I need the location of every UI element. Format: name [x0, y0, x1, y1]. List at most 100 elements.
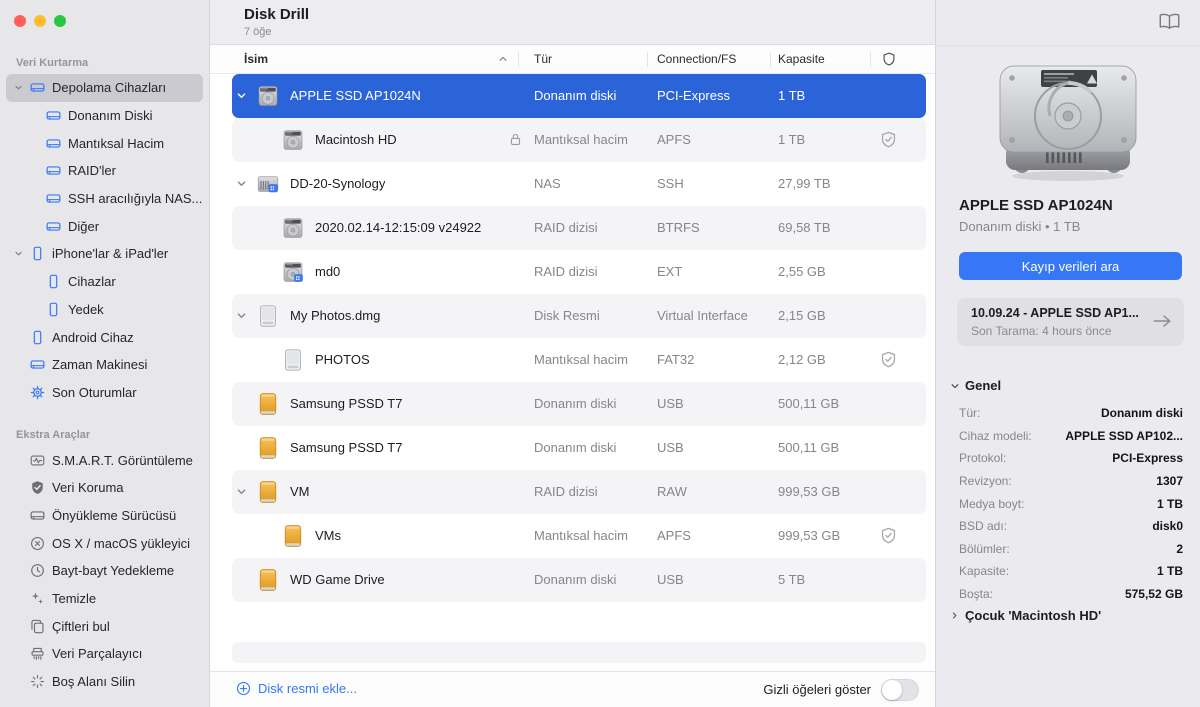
sort-ascending-icon[interactable]: [498, 54, 508, 64]
sidebar-item-icon: [30, 453, 45, 468]
sidebar-item[interactable]: Depolama Cihazları: [6, 74, 203, 102]
sidebar-item-icon: [30, 246, 45, 261]
sidebar-item-icon: [30, 536, 45, 551]
detail-row: Kapasite: 1 TB: [959, 560, 1183, 583]
device-icon: [256, 568, 280, 592]
device-connection: BTRFS: [657, 220, 700, 235]
general-section-header[interactable]: Genel: [950, 378, 1001, 393]
chevron-down-icon[interactable]: [236, 90, 248, 101]
sidebar-item-icon: [46, 274, 61, 289]
sidebar-item[interactable]: Veri Kurtarma: [6, 52, 203, 74]
device-type: RAID dizisi: [534, 484, 598, 499]
table-row[interactable]: Samsung PSSD T7 Donanım diski USB 500,11…: [232, 426, 926, 470]
show-hidden-toggle[interactable]: [881, 679, 919, 701]
zoom-window-button[interactable]: [54, 15, 66, 27]
sidebar-item[interactable]: Donanım Diski: [6, 102, 203, 130]
detail-label: Protokol:: [959, 451, 1007, 466]
selected-device-subtitle: Donanım diski • 1 TB: [959, 219, 1081, 234]
column-divider: [518, 52, 519, 67]
column-header-name[interactable]: İsim: [244, 52, 268, 66]
sidebar-item[interactable]: Yedek: [6, 296, 203, 324]
shield-column-icon[interactable]: [882, 52, 897, 66]
table-row[interactable]: Samsung PSSD T7 Donanım diski USB 500,11…: [232, 382, 926, 426]
sidebar-item[interactable]: Veri Koruma: [6, 474, 203, 502]
table-row[interactable]: PHOTOS Mantıksal hacim FAT32 2,12 GB: [232, 338, 926, 382]
chevron-down-icon[interactable]: [236, 310, 248, 321]
sidebar-item-icon: [30, 619, 45, 634]
column-divider: [770, 52, 771, 67]
detail-label: Cihaz modeli:: [959, 428, 1032, 443]
detail-row: Boşta: 575,52 GB: [959, 583, 1183, 606]
sidebar-item[interactable]: RAID'ler: [6, 157, 203, 185]
sidebar-item[interactable]: OS X / macOS yükleyici: [6, 529, 203, 557]
selected-device-title: APPLE SSD AP1024N: [959, 197, 1113, 214]
table-row[interactable]: 2020.02.14-12:15:09 v24922 RAID dizisi B…: [232, 206, 926, 250]
sidebar-item[interactable]: Veri Parçalayıcı: [6, 640, 203, 668]
column-header-connection[interactable]: Connection/FS: [657, 52, 736, 66]
sidebar-item[interactable]: Android Cihaz: [6, 323, 203, 351]
close-window-button[interactable]: [14, 15, 26, 27]
help-book-icon[interactable]: [1159, 13, 1180, 30]
column-header-type[interactable]: Tür: [534, 52, 552, 66]
device-icon: [256, 392, 280, 416]
device-type: Donanım diski: [534, 88, 617, 103]
table-row[interactable]: Macintosh HD Mantıksal hacim APFS 1 TB: [232, 118, 926, 162]
detail-row: Tür: Donanım diski: [959, 402, 1183, 425]
sidebar-item[interactable]: Bayt-bayt Yedekleme: [6, 557, 203, 585]
sidebar-item[interactable]: Temizle: [6, 585, 203, 613]
window-controls: [14, 15, 66, 27]
device-type: Donanım diski: [534, 396, 617, 411]
sidebar-item-label: OS X / macOS yükleyici: [52, 535, 190, 551]
sidebar-item[interactable]: SSH aracılığıyla NAS...: [6, 185, 203, 213]
sidebar-item[interactable]: Cihazlar: [6, 268, 203, 296]
inspector-panel: APPLE SSD AP1024N Donanım diski • 1 TB K…: [935, 0, 1200, 707]
child-volume-label: Çocuk 'Macintosh HD': [965, 608, 1102, 623]
sidebar-item[interactable]: Ekstra Araçlar: [6, 424, 203, 446]
device-name: PHOTOS: [315, 352, 370, 367]
table-row[interactable]: My Photos.dmg Disk Resmi Virtual Interfa…: [232, 294, 926, 338]
device-type: Mantıksal hacim: [534, 528, 628, 543]
table-row[interactable]: md0 RAID dizisi EXT 2,55 GB: [232, 250, 926, 294]
device-name: VM: [290, 484, 310, 499]
column-divider: [647, 52, 648, 67]
sidebar-item[interactable]: iPhone'lar & iPad'ler: [6, 240, 203, 268]
sidebar-item[interactable]: Diğer: [6, 212, 203, 240]
sidebar-item-label: Çiftleri bul: [52, 618, 110, 634]
detail-label: Boşta:: [959, 587, 994, 602]
chevron-down-icon[interactable]: [14, 249, 29, 258]
table-row[interactable]: DD-20-Synology NAS SSH 27,99 TB: [232, 162, 926, 206]
device-name: Macintosh HD: [315, 132, 397, 147]
detail-value: Donanım diski: [1100, 406, 1183, 421]
sidebar-item-icon: [30, 480, 45, 495]
device-connection: APFS: [657, 528, 691, 543]
disk-drill-window: Veri Kurtarma Depolama Cihazları Donanım…: [0, 0, 1200, 707]
add-disk-image-button[interactable]: Disk resmi ekle...: [236, 681, 357, 696]
table-row[interactable]: APPLE SSD AP1024N Donanım diski PCI-Expr…: [232, 74, 926, 118]
minimize-window-button[interactable]: [34, 15, 46, 27]
chevron-down-icon[interactable]: [236, 178, 248, 189]
sidebar-item[interactable]: S.M.A.R.T. Görüntüleme: [6, 446, 203, 474]
sidebar-item[interactable]: Çiftleri bul: [6, 612, 203, 640]
sidebar-item[interactable]: Mantıksal Hacim: [6, 129, 203, 157]
table-row[interactable]: WD Game Drive Donanım diski USB 5 TB: [232, 558, 926, 602]
arrow-right-icon: [1152, 313, 1173, 329]
search-lost-data-button[interactable]: Kayıp verileri ara: [959, 252, 1182, 280]
chevron-down-icon[interactable]: [14, 83, 29, 92]
device-capacity: 2,55 GB: [778, 264, 826, 279]
device-table: İsim Tür Connection/FS Kapasite APPLE SS…: [210, 45, 935, 707]
device-type: RAID dizisi: [534, 220, 598, 235]
child-volume-link[interactable]: Çocuk 'Macintosh HD': [950, 608, 1101, 623]
last-scan-card[interactable]: 10.09.24 - APPLE SSD AP1... Son Tarama: …: [957, 298, 1184, 346]
table-row[interactable]: VM RAID dizisi RAW 999,53 GB: [232, 470, 926, 514]
sidebar-item[interactable]: Önyükleme Sürücüsü: [6, 502, 203, 530]
detail-value: PCI-Express: [1112, 451, 1183, 466]
chevron-down-icon[interactable]: [236, 486, 248, 497]
column-header-capacity[interactable]: Kapasite: [778, 52, 825, 66]
sidebar-item[interactable]: Boş Alanı Silin: [6, 668, 203, 696]
sidebar-item[interactable]: Son Oturumlar: [6, 379, 203, 407]
device-connection: USB: [657, 396, 684, 411]
table-row[interactable]: VMs Mantıksal hacim APFS 999,53 GB: [232, 514, 926, 558]
device-name: WD Game Drive: [290, 572, 385, 587]
sidebar-item[interactable]: Zaman Makinesi: [6, 351, 203, 379]
chevron-right-icon: [950, 611, 959, 620]
